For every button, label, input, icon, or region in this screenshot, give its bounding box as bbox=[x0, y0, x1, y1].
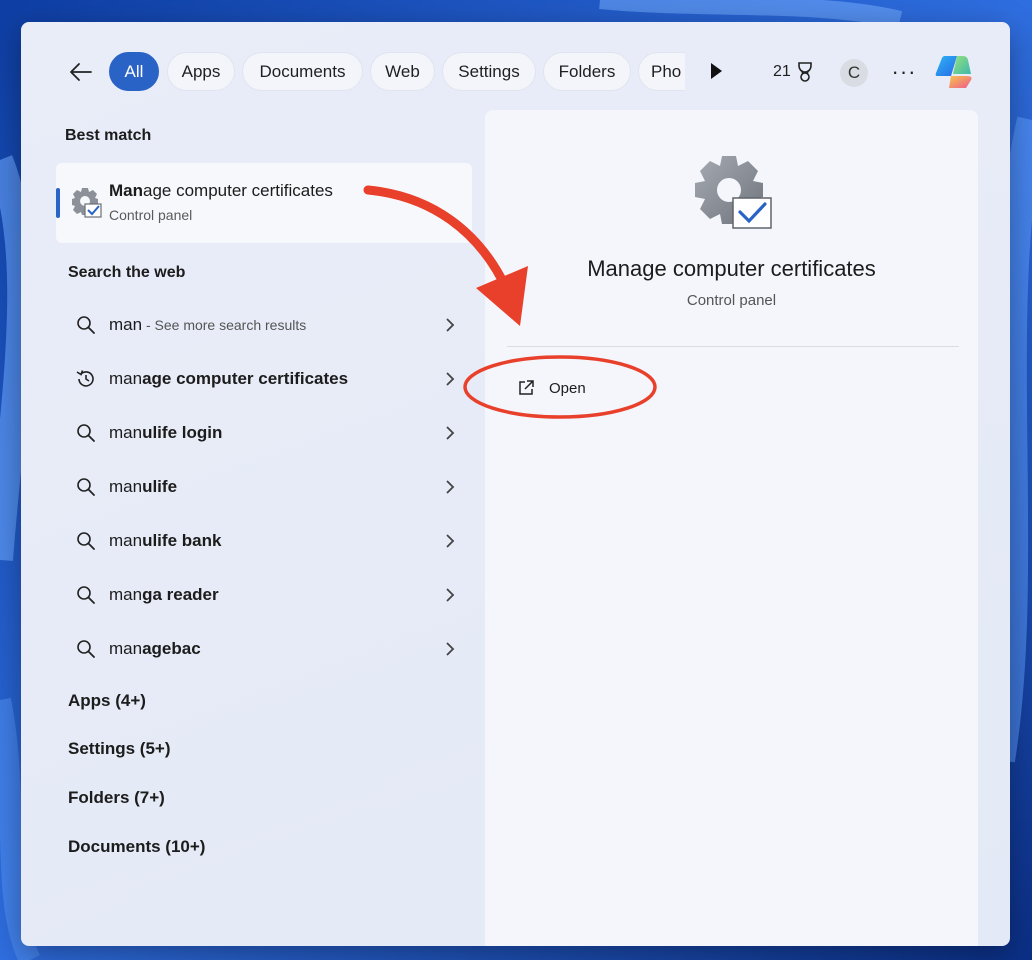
web-result-6[interactable]: managebac bbox=[65, 627, 460, 671]
web-result-0[interactable]: man - See more search results bbox=[65, 303, 460, 347]
search-icon bbox=[77, 478, 95, 496]
web-result-5[interactable]: manga reader bbox=[65, 573, 460, 617]
trophy-icon bbox=[797, 62, 812, 82]
history-icon bbox=[76, 370, 94, 387]
category-apps[interactable]: Apps (4+) bbox=[68, 691, 146, 711]
search-icon bbox=[77, 586, 95, 604]
web-result-3[interactable]: manulife bbox=[65, 465, 460, 509]
search-panel: All Apps Documents Web Settings Folders … bbox=[21, 22, 1010, 946]
web-result-1[interactable]: manage computer certificates bbox=[65, 357, 460, 401]
filter-tab-documents[interactable]: Documents bbox=[242, 52, 363, 91]
search-web-heading: Search the web bbox=[68, 264, 186, 281]
more-options-button[interactable]: ··· bbox=[889, 58, 919, 86]
search-icon bbox=[77, 640, 95, 658]
chevron-right-icon bbox=[446, 318, 455, 332]
certificate-settings-large-icon bbox=[695, 156, 772, 229]
category-documents[interactable]: Documents (10+) bbox=[68, 837, 205, 857]
user-avatar[interactable]: C bbox=[840, 59, 868, 87]
filter-tab-all[interactable]: All bbox=[109, 52, 159, 91]
best-match-subtitle: Control panel bbox=[109, 207, 193, 223]
copilot-icon[interactable] bbox=[933, 52, 975, 92]
open-external-icon bbox=[519, 380, 534, 395]
scroll-right-icon[interactable] bbox=[706, 60, 726, 82]
chevron-right-icon bbox=[446, 534, 455, 548]
web-result-text: manga reader bbox=[109, 585, 219, 604]
web-result-4[interactable]: manulife bank bbox=[65, 519, 460, 563]
preview-pane: Manage computer certificates Control pan… bbox=[485, 110, 978, 946]
web-result-text: manage computer certificates bbox=[109, 369, 349, 388]
filter-tab-web[interactable]: Web bbox=[370, 52, 435, 91]
web-result-text: manulife login bbox=[109, 423, 223, 442]
preview-divider bbox=[507, 346, 959, 347]
web-result-text: manulife bbox=[109, 477, 178, 496]
open-label: Open bbox=[549, 379, 586, 397]
rewards-points-value: 21 bbox=[773, 63, 791, 80]
web-result-2[interactable]: manulife login bbox=[65, 411, 460, 455]
search-icon bbox=[77, 316, 95, 334]
search-icon bbox=[77, 424, 95, 442]
preview-subtitle: Control panel bbox=[686, 292, 777, 309]
filter-tab-settings[interactable]: Settings bbox=[442, 52, 536, 91]
chevron-right-icon bbox=[446, 588, 455, 602]
preview-title: Manage computer certificates bbox=[587, 256, 876, 281]
web-result-text: manulife bank bbox=[109, 531, 222, 550]
filter-tab-photos[interactable]: Pho bbox=[638, 52, 685, 91]
certificate-settings-icon bbox=[72, 188, 102, 218]
chevron-right-icon bbox=[446, 480, 455, 494]
back-button[interactable] bbox=[65, 56, 97, 88]
chevron-right-icon bbox=[446, 642, 455, 656]
search-icon bbox=[77, 532, 95, 550]
chevron-right-icon bbox=[446, 372, 455, 386]
best-match-heading: Best match bbox=[65, 127, 152, 144]
best-match-title: Manage computer certificates bbox=[109, 181, 333, 200]
web-result-text: man - See more search results bbox=[109, 315, 307, 334]
back-arrow-icon bbox=[70, 63, 92, 81]
open-button[interactable]: Open bbox=[517, 372, 627, 404]
filter-tab-folders[interactable]: Folders bbox=[543, 52, 631, 91]
web-result-text: managebac bbox=[109, 639, 201, 658]
selection-indicator bbox=[56, 188, 60, 218]
category-settings[interactable]: Settings (5+) bbox=[68, 739, 171, 759]
filter-tab-apps[interactable]: Apps bbox=[167, 52, 235, 91]
category-folders[interactable]: Folders (7+) bbox=[68, 788, 165, 808]
chevron-right-icon bbox=[446, 426, 455, 440]
best-match-result[interactable]: Manage computer certificates Control pan… bbox=[56, 163, 472, 243]
rewards-points[interactable]: 21 bbox=[773, 61, 815, 83]
